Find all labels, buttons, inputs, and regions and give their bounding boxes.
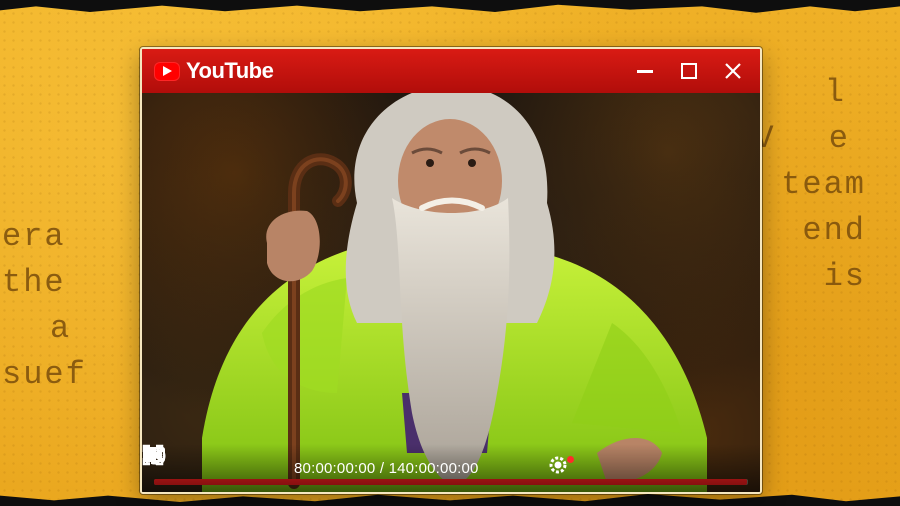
notification-dot xyxy=(567,456,574,463)
window-controls xyxy=(634,60,748,82)
theater-icon[interactable] xyxy=(143,447,680,483)
youtube-play-icon xyxy=(154,61,180,81)
close-icon[interactable] xyxy=(722,60,744,82)
background-text-left: era the a suef xyxy=(2,214,87,398)
title-bar[interactable]: YouTube xyxy=(142,49,760,93)
video-image xyxy=(142,93,760,492)
player-controls: 80:00:00:00 / 140:00:00:00 xyxy=(142,444,760,492)
fullscreen-icon[interactable] xyxy=(142,444,732,483)
bg-word: a xyxy=(50,310,72,347)
gear-icon[interactable] xyxy=(145,447,628,483)
time-separator: / xyxy=(379,459,389,477)
maximize-icon[interactable] xyxy=(678,60,700,82)
video-frame[interactable]: 80:00:00:00 / 140:00:00:00 xyxy=(142,93,760,492)
minimize-icon[interactable] xyxy=(634,60,656,82)
skip-icon[interactable] xyxy=(144,447,230,483)
bg-word: the xyxy=(2,264,66,301)
youtube-logo[interactable]: YouTube xyxy=(154,58,274,84)
volume-icon[interactable] xyxy=(144,447,270,483)
bg-word: suef xyxy=(2,356,87,393)
time-current: 80:00:00:00 xyxy=(294,459,376,477)
settings-icon[interactable] xyxy=(546,453,576,483)
app-name: YouTube xyxy=(186,58,274,83)
time-total: 140:00:00:00 xyxy=(388,459,479,477)
bg-word: era xyxy=(2,218,66,255)
time-display: 80:00:00:00 / 140:00:00:00 xyxy=(294,460,479,477)
player-window: YouTube 80:00:00:00 / 140:00:00:00 xyxy=(140,47,762,494)
right-controls xyxy=(142,444,742,483)
